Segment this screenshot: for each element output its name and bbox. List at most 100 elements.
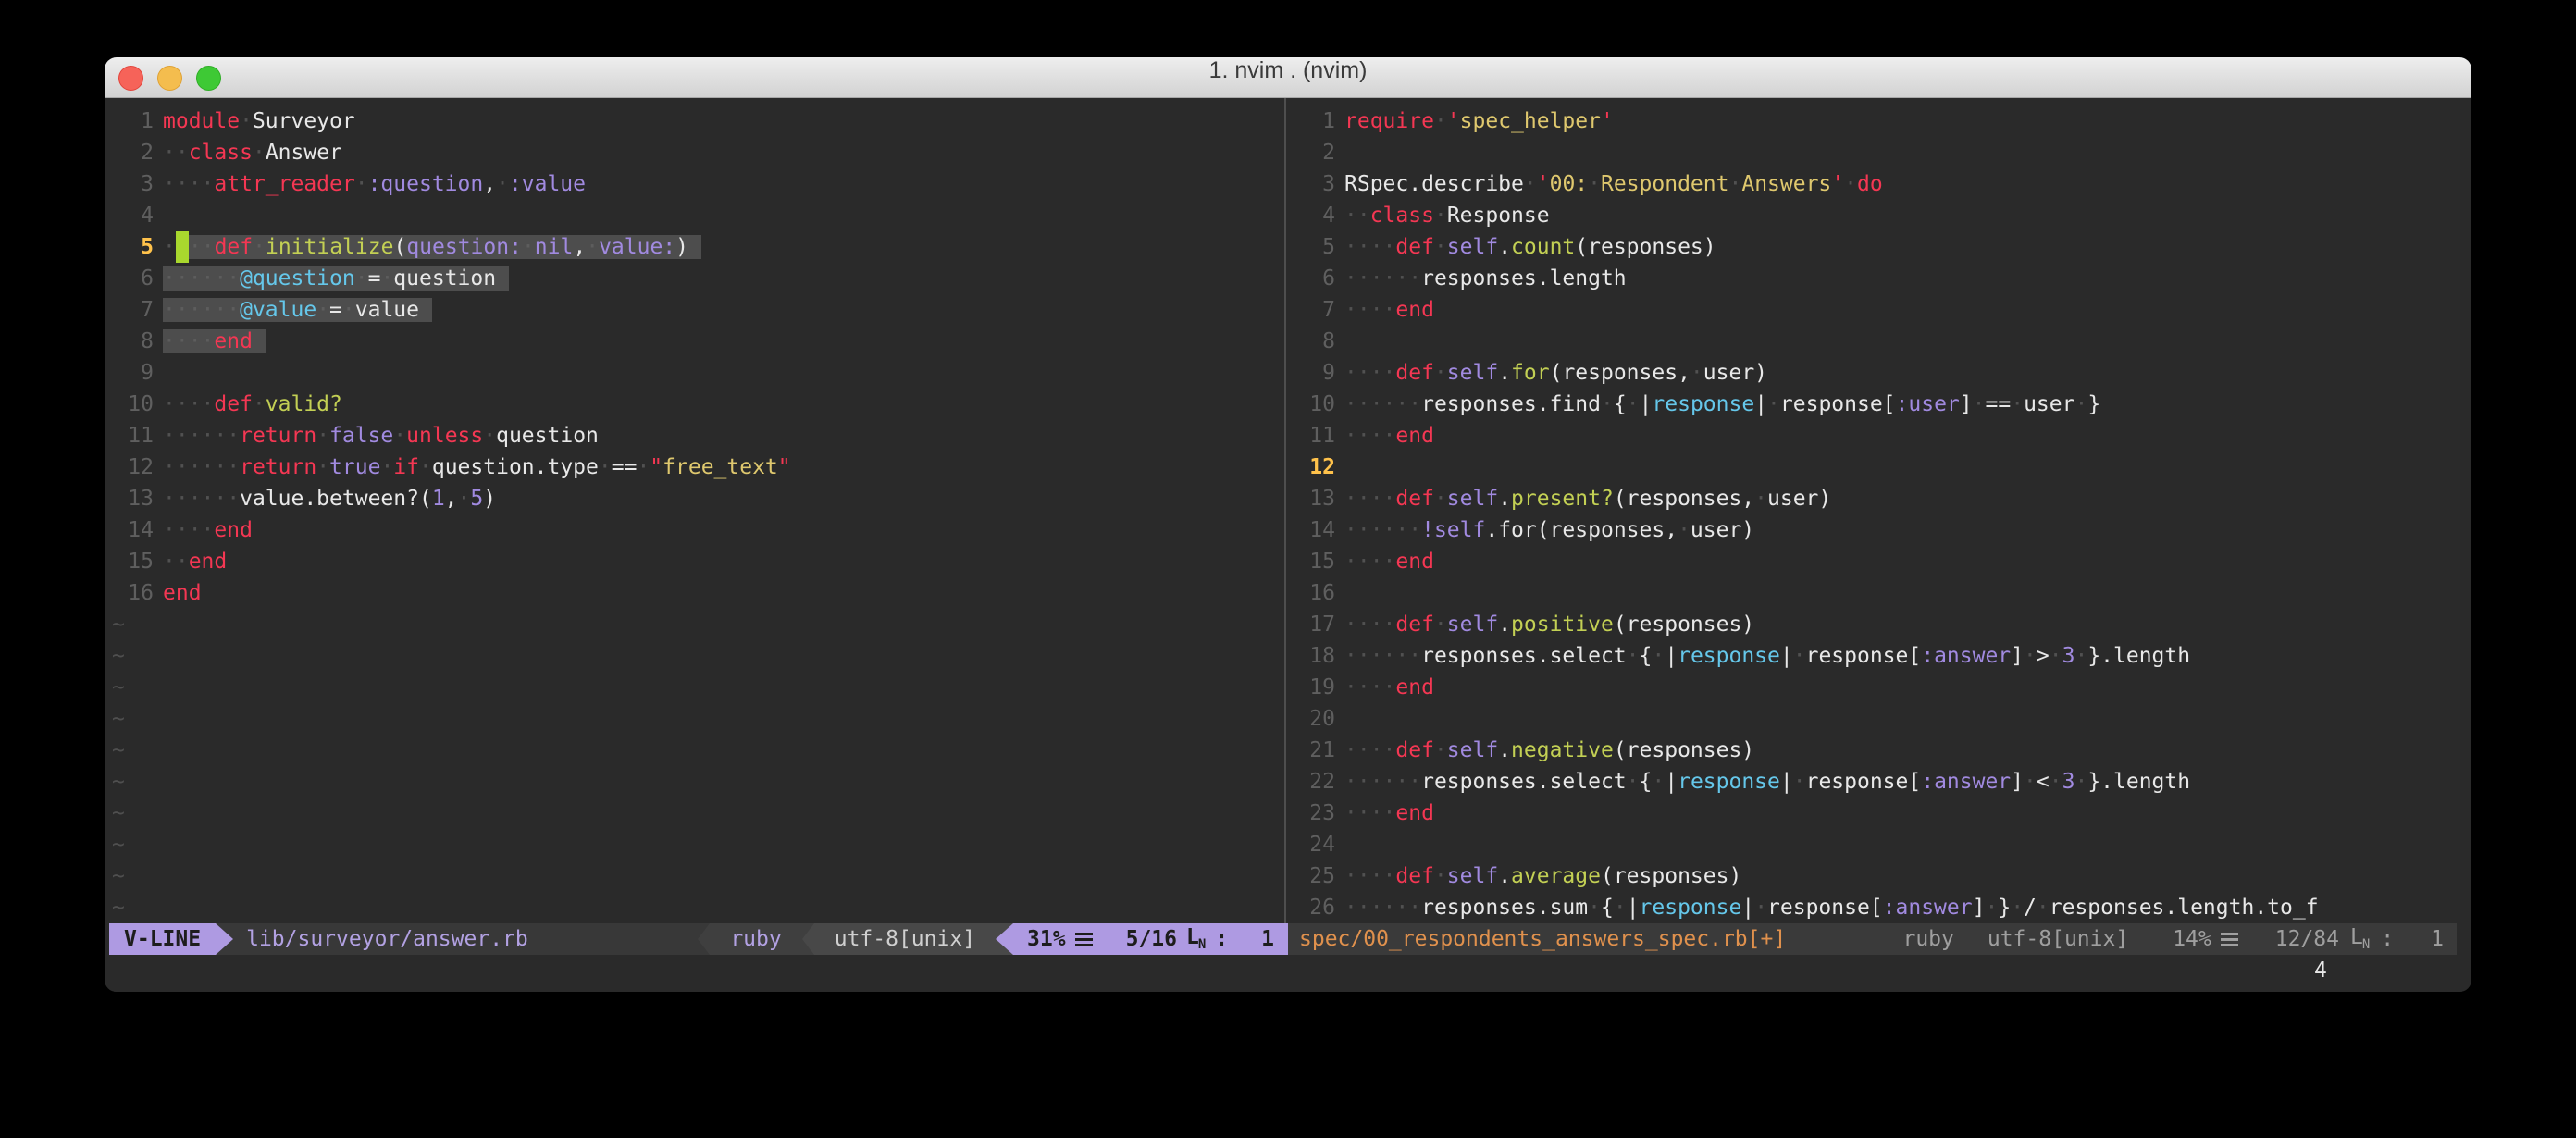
code-token: · — [2074, 644, 2087, 668]
code-token: · — [522, 235, 535, 259]
code-token: (responses) — [1614, 738, 1754, 762]
filetype-indicator: ruby — [710, 923, 801, 955]
code-token: Respondent — [1601, 172, 1728, 196]
code-token: · — [240, 109, 253, 133]
code-line: 5···def·initialize(question:·nil,·value:… — [105, 231, 1284, 263]
desktop: 1. nvim . (nvim) 1module·Surveyor2··clas… — [0, 0, 2576, 1138]
code-line: 23····end — [1286, 798, 2471, 829]
code-line: 20 — [1286, 703, 2471, 735]
editor-pane-right[interactable]: 1require·'spec_helper'23RSpec.describe·'… — [1286, 98, 2471, 923]
code-token: ······ — [1344, 896, 1421, 920]
code-token: · — [2050, 770, 2062, 794]
code-line: 18······responses.select·{·|response|·re… — [1286, 640, 2471, 672]
code-token: · — [1601, 392, 1614, 416]
code-line: 8 — [1286, 326, 2471, 357]
titlebar[interactable]: 1. nvim . (nvim) — [105, 57, 2471, 98]
code-line: 10······responses.find·{·|response|·resp… — [1286, 389, 2471, 420]
code-token: · — [380, 455, 393, 479]
code-token: " — [778, 455, 791, 479]
line-number: 16 — [105, 577, 154, 609]
code-token: end — [1395, 801, 1434, 825]
code-token: · — [2074, 392, 2087, 416]
code-token: def — [1395, 612, 1434, 637]
code-token: = — [329, 298, 342, 322]
code-token: class — [189, 141, 253, 165]
code-token: ] — [2011, 770, 2024, 794]
line-number: 12 — [1286, 451, 1335, 483]
code-token: if — [393, 455, 419, 479]
code-token: ······ — [1344, 392, 1421, 416]
code-token: . — [1498, 738, 1511, 762]
code-token: :answer — [1921, 770, 2011, 794]
code-token: · — [483, 424, 496, 448]
code-token: self — [1447, 361, 1498, 385]
code-token: :question — [368, 172, 484, 196]
line-number: 25 — [1286, 860, 1335, 892]
code-token: · — [380, 266, 393, 291]
code-line: 2··class·Answer — [105, 137, 1284, 168]
code-line: 11····end — [1286, 420, 2471, 451]
statusline-right: spec/00_respondents_answers_spec.rb[+] r… — [1288, 923, 2471, 955]
code-token: , — [445, 487, 458, 511]
code-token: · — [1627, 644, 1640, 668]
tilde-row: ~ — [105, 766, 1284, 798]
code-token: module — [163, 109, 240, 133]
line-number: 15 — [105, 546, 154, 577]
line-number: 2 — [105, 137, 154, 168]
code-token: . — [1498, 361, 1511, 385]
code-token: response[ — [1806, 770, 1922, 794]
code-token: Answers — [1741, 172, 1831, 196]
code-token: return — [240, 455, 316, 479]
code-token: ( — [393, 235, 406, 259]
code-line: 15····end — [1286, 546, 2471, 577]
code-token: ' — [1601, 109, 1614, 133]
code-token: . — [1498, 612, 1511, 637]
code-token: question — [393, 266, 496, 291]
code-token: do — [1857, 172, 1883, 196]
code-token: | — [1741, 896, 1754, 920]
line-number: 3 — [105, 168, 154, 200]
tilde-row: ~ — [105, 860, 1284, 892]
line-number: 10 — [1286, 389, 1335, 420]
code-token: @value — [240, 298, 316, 322]
statusline-right-inner: spec/00_respondents_answers_spec.rb[+] r… — [1288, 923, 2457, 955]
code-token: · — [316, 455, 329, 479]
code-token: ·· — [163, 141, 189, 165]
code-token: ···· — [163, 172, 214, 196]
code-token: · — [1434, 361, 1447, 385]
code-token: · — [2050, 644, 2062, 668]
code-token: }.length — [2087, 644, 2190, 668]
line-number: 6 — [1286, 263, 1335, 294]
code-token: question: — [406, 235, 522, 259]
editor-pane-left[interactable]: 1module·Surveyor2··class·Answer3····attr… — [105, 98, 1286, 923]
code-token: { — [1640, 770, 1653, 794]
code-line: 8····end — [105, 326, 1284, 357]
code-token: ) — [483, 487, 496, 511]
code-token: ···· — [1344, 612, 1395, 637]
code-token: RSpec.describe — [1344, 172, 1524, 196]
trigram-icon — [1075, 933, 1093, 946]
code-token: · — [163, 235, 176, 259]
code-token: def — [215, 235, 254, 259]
code-token: def — [214, 392, 253, 416]
code-token: · — [2024, 770, 2037, 794]
code-token: present? — [1511, 487, 1614, 511]
code-token: , — [483, 172, 496, 196]
code-token: def — [1395, 864, 1434, 888]
code-token: · — [1588, 172, 1601, 196]
code-token: ···· — [1344, 738, 1395, 762]
code-token: · — [637, 455, 650, 479]
command-line[interactable]: 4 — [105, 955, 2471, 992]
statusline-left: V-LINE lib/surveyor/answer.rb ruby utf-8… — [105, 923, 1288, 955]
code-token: self — [1447, 487, 1498, 511]
code-token: Surveyor — [253, 109, 355, 133]
mode-indicator: V-LINE — [109, 923, 216, 955]
code-line: 26······responses.sum·{·|response|·respo… — [1286, 892, 2471, 923]
code-token: · — [1690, 361, 1703, 385]
code-line: 14····end — [105, 514, 1284, 546]
code-token: require — [1344, 109, 1434, 133]
code-token: / — [2024, 896, 2037, 920]
code-line: 2 — [1286, 137, 2471, 168]
code-line: 3····attr_reader·:question,·:value — [105, 168, 1284, 200]
code-token: :value — [509, 172, 586, 196]
